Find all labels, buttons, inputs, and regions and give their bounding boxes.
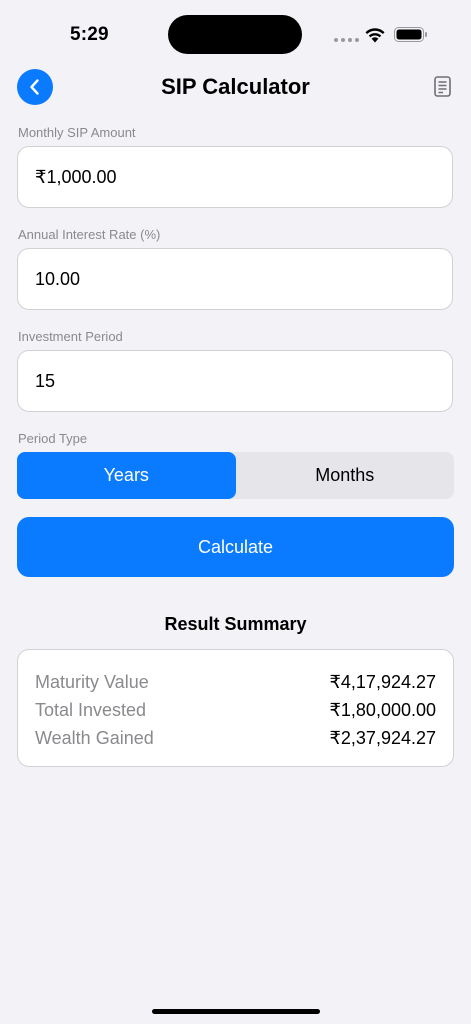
period-type-segmented-control: Years Months <box>17 452 454 499</box>
result-row-invested: Total Invested ₹1,80,000.00 <box>35 696 436 724</box>
investment-period-label: Investment Period <box>18 329 123 344</box>
maturity-value-label: Maturity Value <box>35 671 149 692</box>
navigation-bar: SIP Calculator <box>0 64 471 110</box>
result-row-gained: Wealth Gained ₹2,37,924.27 <box>35 724 436 752</box>
battery-icon <box>394 27 427 42</box>
wealth-gained-label: Wealth Gained <box>35 727 154 748</box>
result-row-maturity: Maturity Value ₹4,17,924.27 <box>35 668 436 696</box>
interest-rate-label: Annual Interest Rate (%) <box>18 227 161 242</box>
monthly-amount-input[interactable] <box>17 146 453 208</box>
document-icon[interactable] <box>432 75 454 99</box>
result-summary-title: Result Summary <box>164 614 307 634</box>
total-invested-label: Total Invested <box>35 699 147 720</box>
result-summary-card: Maturity Value ₹4,17,924.27 Total Invest… <box>17 649 454 767</box>
segment-years[interactable]: Years <box>17 452 236 499</box>
status-time: 5:29 <box>70 24 109 45</box>
investment-period-input[interactable] <box>17 350 453 412</box>
cellular-signal-icon <box>334 38 359 42</box>
monthly-amount-label: Monthly SIP Amount <box>18 125 136 140</box>
wealth-gained-value: ₹2,37,924.27 <box>329 727 436 748</box>
period-type-label: Period Type <box>18 431 88 446</box>
calculate-button[interactable]: Calculate <box>17 517 454 577</box>
maturity-value: ₹4,17,924.27 <box>329 671 436 692</box>
home-indicator[interactable] <box>152 1009 320 1014</box>
status-bar: 5:29 <box>0 0 471 70</box>
total-invested-value: ₹1,80,000.00 <box>329 699 436 720</box>
wifi-icon <box>365 28 385 43</box>
dynamic-island <box>168 15 302 54</box>
segment-months[interactable]: Months <box>236 452 455 499</box>
page-title: SIP Calculator <box>161 74 310 99</box>
interest-rate-input[interactable] <box>17 248 453 310</box>
